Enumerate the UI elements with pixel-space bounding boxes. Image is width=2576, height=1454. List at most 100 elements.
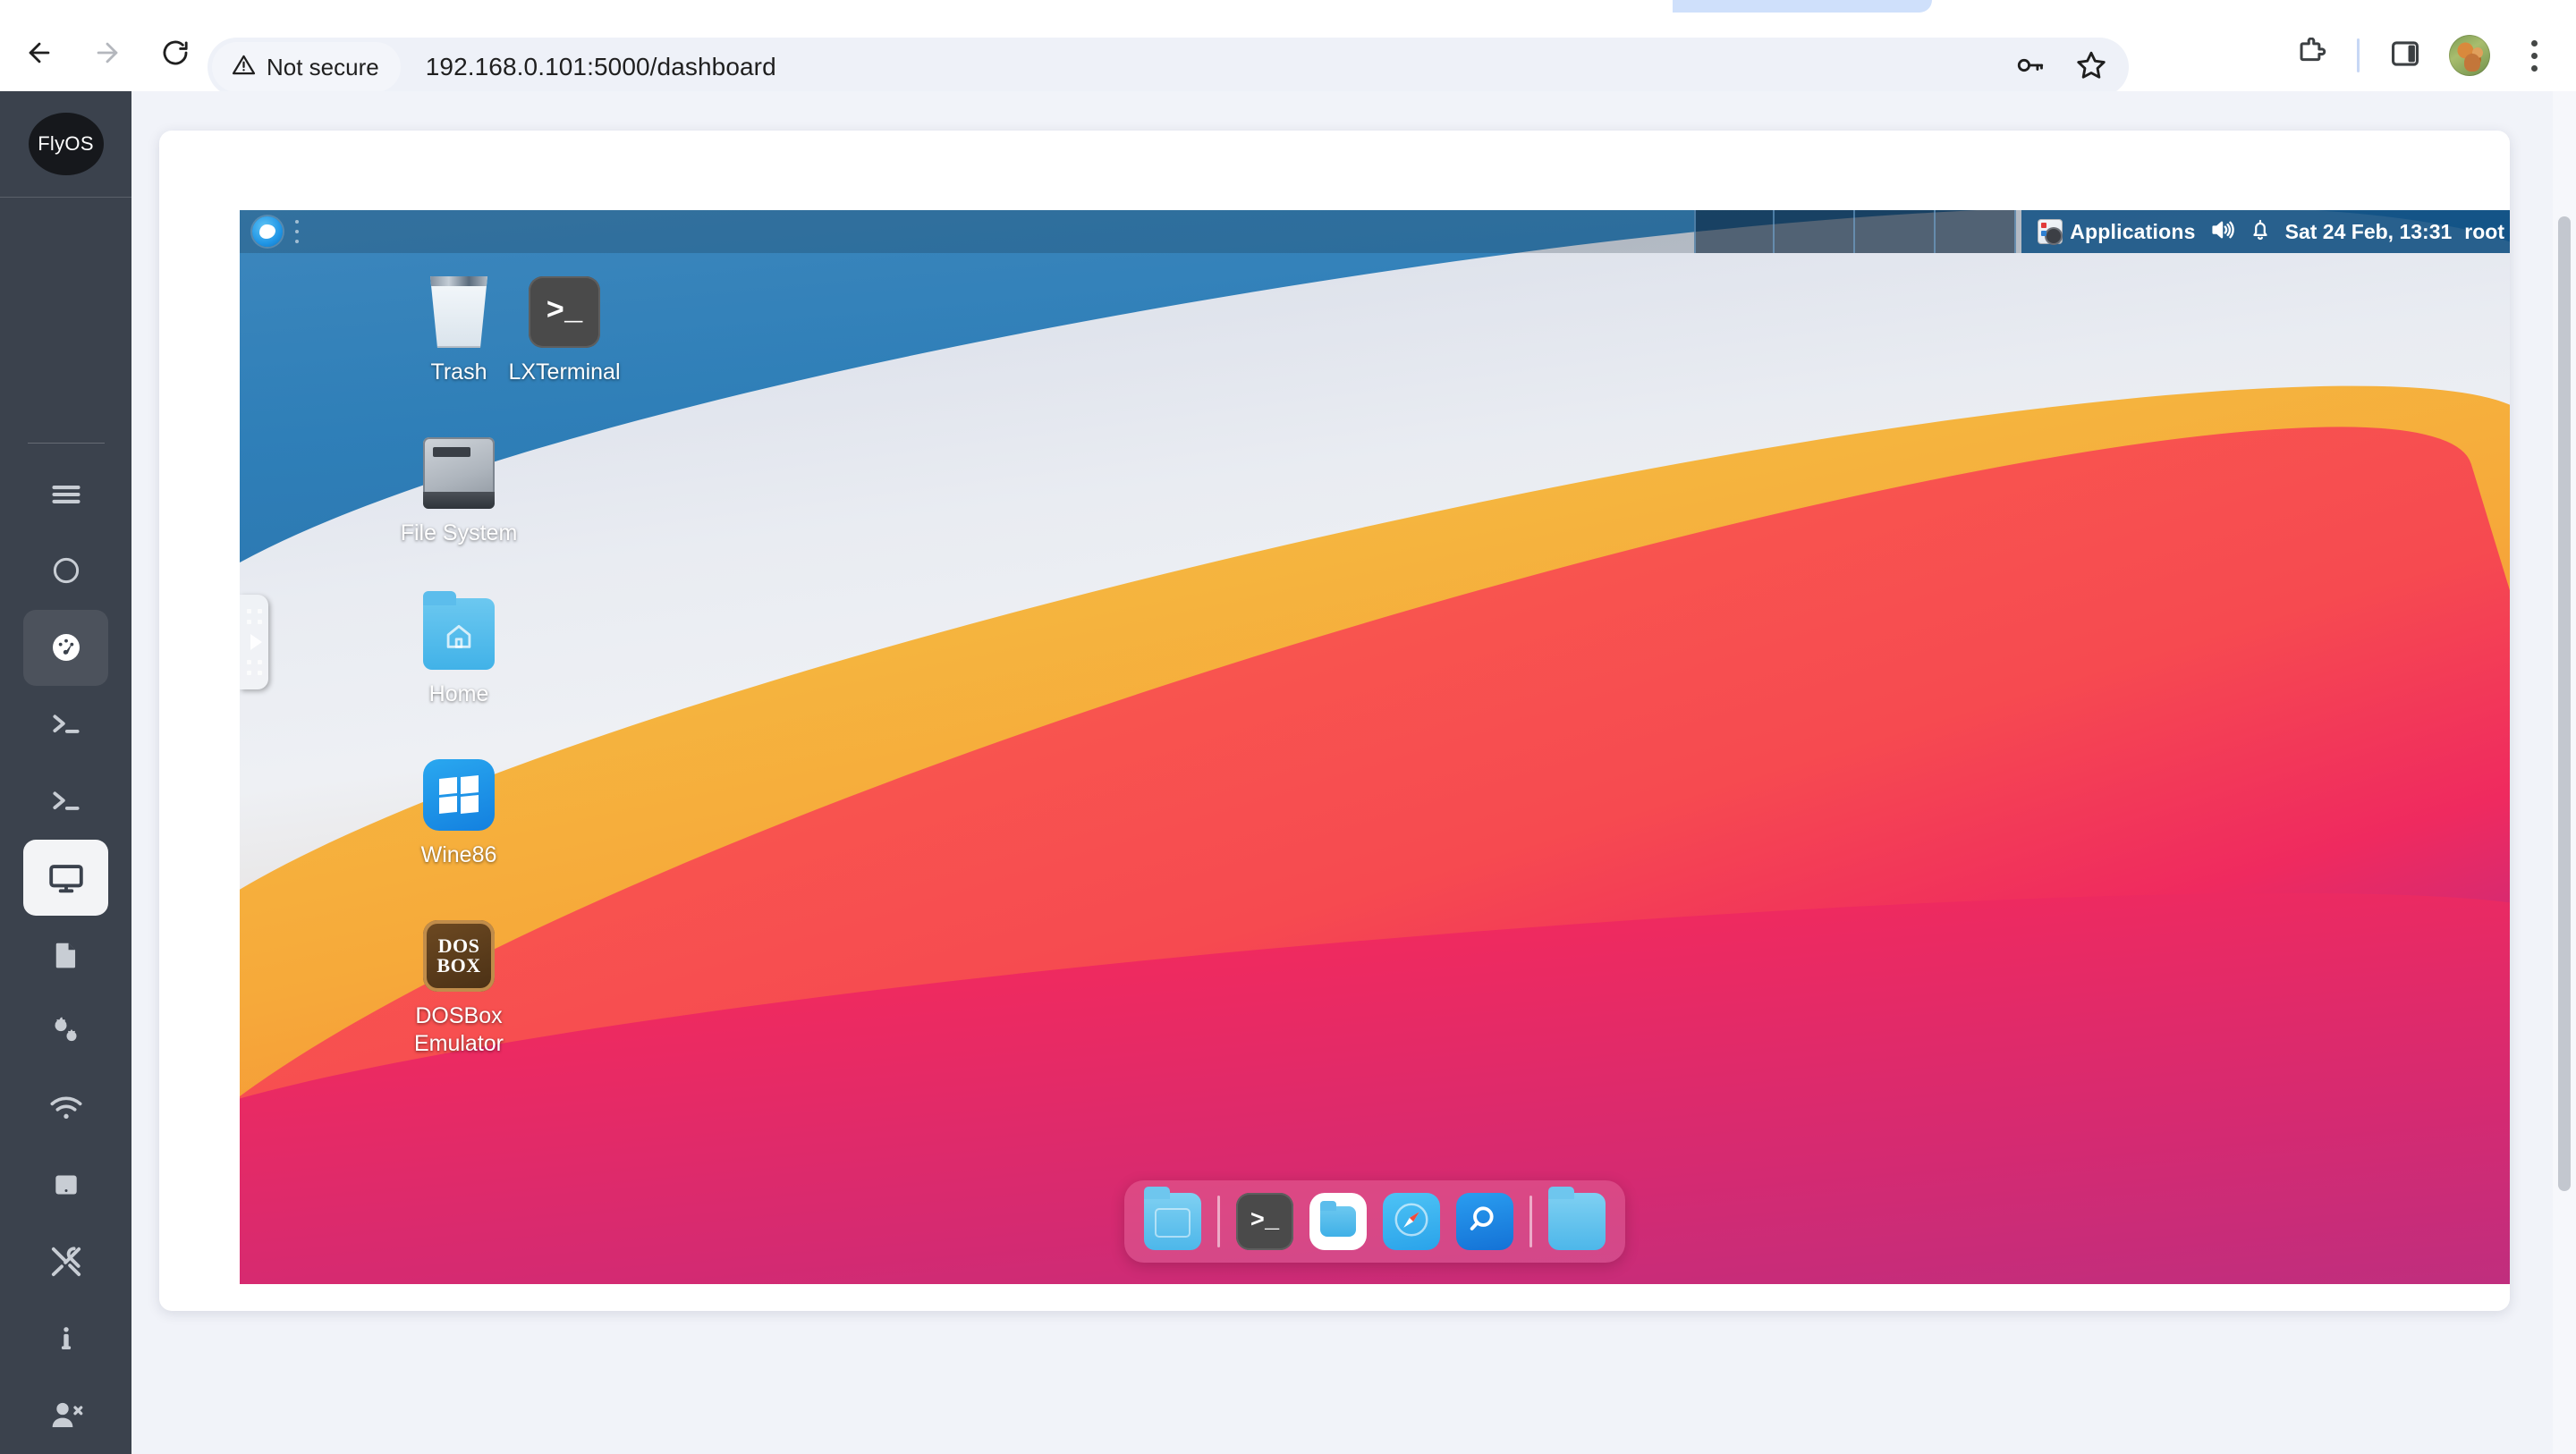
desktop-icon-grid: Trash >_ LXTerminal File System Home Win…	[240, 253, 2510, 1284]
browser-chrome: Not secure 192.168.0.101:5000/dashboard	[0, 0, 2576, 97]
sidebar-item-processes[interactable]	[23, 993, 108, 1069]
wifi-icon	[48, 1090, 84, 1126]
content-area: Applications Sat 24 Feb, 13:31 root Tras…	[131, 91, 2576, 1454]
puzzle-piece-icon	[2295, 37, 2327, 74]
panel-right-group: Applications Sat 24 Feb, 13:31 root	[2021, 210, 2510, 253]
app-sidebar: FlyOS	[0, 91, 131, 1454]
security-status-label: Not secure	[267, 53, 379, 80]
windows-logo	[439, 774, 479, 815]
clock[interactable]: Sat 24 Feb, 13:31	[2285, 220, 2453, 244]
workspace-2[interactable]	[1775, 210, 1856, 253]
gears-icon	[48, 1013, 84, 1049]
back-button[interactable]	[11, 24, 68, 81]
bookmark-button[interactable]	[2068, 44, 2114, 90]
gear-overlay-icon	[2046, 229, 2062, 243]
gauge-icon	[48, 630, 84, 665]
desktop-icon-file-system[interactable]: File System	[374, 437, 544, 547]
url-text[interactable]: 192.168.0.101:5000/dashboard	[426, 53, 776, 81]
whisker-menu-icon[interactable]	[252, 216, 283, 247]
sidebar-item-files[interactable]	[23, 917, 108, 993]
grip-dots-top	[246, 609, 262, 613]
extensions-button[interactable]	[2284, 28, 2339, 83]
workspace-1[interactable]	[1694, 210, 1775, 253]
desktop-icon-wine86[interactable]: Wine86	[374, 759, 544, 869]
desktop-icon-label: Wine86	[420, 842, 497, 867]
document-icon	[50, 939, 82, 971]
applications-icon	[2038, 219, 2063, 244]
terminal-icon: >_	[529, 276, 600, 348]
chrome-menu-button[interactable]	[2506, 28, 2562, 83]
dock-item-documents-folder[interactable]	[1548, 1187, 1606, 1250]
forward-button[interactable]	[79, 24, 136, 81]
panel-grip-icon[interactable]	[290, 220, 299, 243]
panel-left-group	[240, 216, 299, 247]
dock-separator-1	[1217, 1196, 1220, 1247]
magnifier-icon	[1467, 1202, 1503, 1242]
desktop-icon-label: DOSBox Emulator	[413, 1003, 504, 1056]
monitor-icon	[47, 859, 85, 897]
harddisk-icon	[423, 437, 495, 509]
omnibox-actions	[2007, 38, 2114, 97]
dock-item-file-manager[interactable]	[1309, 1193, 1367, 1250]
page-scrollbar-track[interactable]	[2553, 91, 2576, 1454]
three-dot-menu-icon	[2530, 39, 2538, 72]
key-icon	[2015, 50, 2046, 85]
app-page: FlyOS Applications Sat 24 Feb, 13:31 roo…	[0, 91, 2576, 1454]
workspace-4[interactable]	[1936, 210, 2017, 253]
profile-button[interactable]	[2442, 28, 2497, 83]
forward-arrow-icon	[92, 38, 123, 68]
sidebar-item-menu[interactable]	[23, 456, 108, 532]
sidebar-item-terminal[interactable]	[23, 687, 108, 763]
dock-item-desktop-folder[interactable]	[1144, 1187, 1201, 1250]
sidebar-item-display[interactable]	[23, 1147, 108, 1223]
toolbar-divider	[2357, 38, 2360, 72]
workspace-3[interactable]	[1855, 210, 1936, 253]
terminal-prompt-icon	[49, 707, 83, 741]
dock-item-search[interactable]	[1456, 1193, 1513, 1250]
sidebar-item-console[interactable]	[23, 764, 108, 840]
home-folder-icon	[423, 591, 495, 670]
sidebar-divider-2	[27, 443, 105, 444]
tab-strip	[0, 0, 2576, 14]
sidebar-item-power[interactable]	[23, 533, 108, 609]
sidebar-item-tools[interactable]	[23, 1224, 108, 1300]
side-panel-icon	[2390, 38, 2420, 73]
sidebar-item-info[interactable]	[23, 1300, 108, 1376]
sidebar-item-remote-desktop[interactable]	[23, 840, 108, 917]
toolbar-right-actions	[2284, 27, 2562, 84]
sidebar-item-dashboard[interactable]	[23, 609, 108, 686]
sidebar-item-network[interactable]	[23, 1070, 108, 1146]
side-panel-button[interactable]	[2377, 28, 2433, 83]
dock-item-web-browser[interactable]	[1383, 1193, 1440, 1250]
security-status-chip[interactable]: Not secure	[212, 42, 401, 92]
bell-icon[interactable]	[2248, 217, 2273, 247]
applications-menu-button[interactable]: Applications	[2038, 219, 2195, 244]
desktop-icon-dosbox[interactable]: DOS BOX DOSBox Emulator	[374, 920, 544, 1057]
applications-label: Applications	[2070, 219, 2196, 243]
password-manager-button[interactable]	[2007, 44, 2054, 90]
brand-area[interactable]: FlyOS	[0, 91, 131, 197]
star-icon	[2075, 49, 2107, 86]
safari-compass-icon	[1391, 1199, 1432, 1245]
desktop-dock: >_	[1124, 1180, 1625, 1263]
workspace-switcher[interactable]	[1694, 210, 2017, 253]
remote-desktop-screen[interactable]: Applications Sat 24 Feb, 13:31 root Tras…	[240, 210, 2510, 1284]
active-tab[interactable]	[1673, 0, 1932, 13]
page-scrollbar-thumb[interactable]	[2558, 216, 2571, 1191]
drawer-handle-icon[interactable]	[240, 595, 268, 689]
avatar	[2449, 35, 2490, 76]
windows-icon	[423, 759, 495, 831]
desktop-icon-home[interactable]: Home	[374, 591, 544, 708]
speaker-icon[interactable]	[2208, 216, 2235, 248]
reload-icon	[160, 38, 191, 68]
screen-icon	[50, 1169, 82, 1201]
sidebar-item-logout[interactable]	[23, 1377, 108, 1453]
desktop-icon-label: File System	[400, 520, 518, 545]
user-label[interactable]: root	[2464, 220, 2504, 244]
address-bar[interactable]: Not secure 192.168.0.101:5000/dashboard	[208, 38, 2129, 97]
reload-button[interactable]	[147, 24, 204, 81]
dock-item-terminal[interactable]: >_	[1236, 1193, 1293, 1250]
remote-desktop-card: Applications Sat 24 Feb, 13:31 root Tras…	[159, 131, 2510, 1311]
desktop-icon-lxterminal[interactable]: >_ LXTerminal	[479, 276, 649, 386]
desktop-icon-label: LXTerminal	[508, 359, 621, 385]
